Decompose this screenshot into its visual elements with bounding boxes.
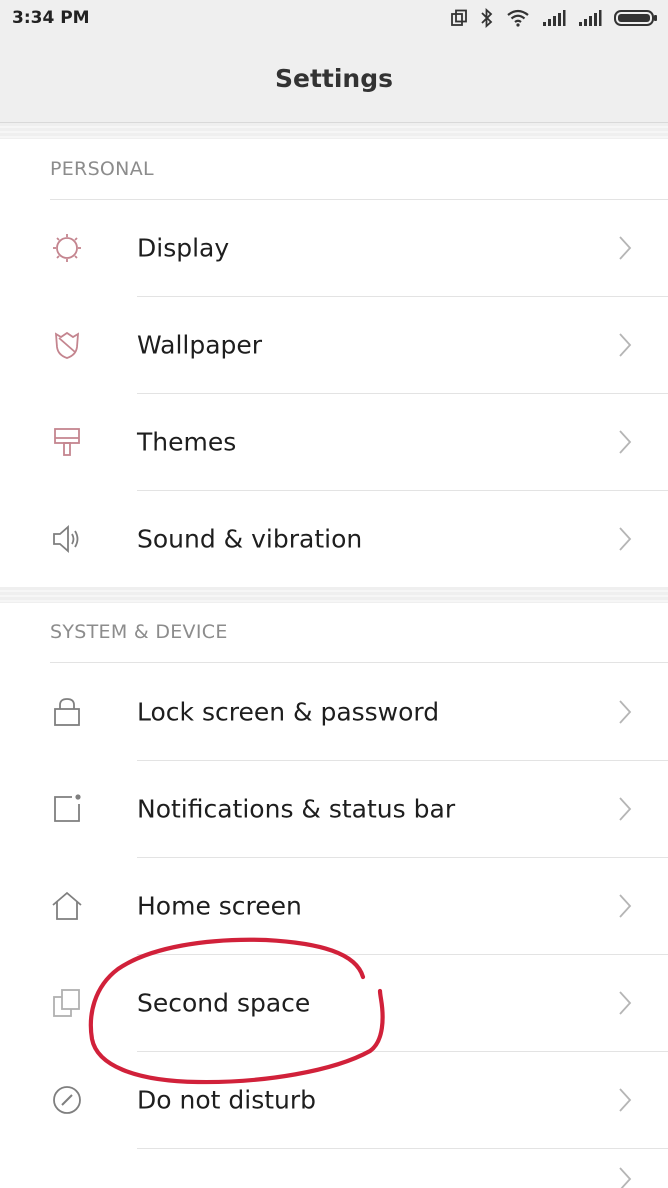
chevron-right-icon [618,699,632,725]
chevron-right-icon [618,332,632,358]
settings-item-wallpaper[interactable]: Wallpaper [0,297,668,393]
do-not-disturb-icon [50,1083,84,1117]
section-header-personal: PERSONAL [50,158,154,180]
themes-icon [50,425,84,459]
settings-item-label: Do not disturb [137,1085,317,1115]
settings-item-second-space[interactable]: Second space [0,955,668,1051]
notifications-icon [50,792,84,826]
bluetooth-icon [480,8,494,28]
chevron-right-icon [618,990,632,1016]
settings-item-themes[interactable]: Themes [0,394,668,490]
chevron-right-icon [618,235,632,261]
settings-item-label: Themes [137,427,237,457]
chevron-right-icon [618,429,632,455]
title-bar: Settings [0,38,668,123]
settings-item-label: Second space [137,988,311,1018]
status-icons [450,8,658,28]
settings-item-label: Home screen [137,891,302,921]
settings-item-do-not-disturb[interactable]: Do not disturb [0,1052,668,1148]
settings-item-label: Sound & vibration [137,524,363,554]
lock-icon [50,695,84,729]
settings-item-home-screen[interactable]: Home screen [0,858,668,954]
settings-item-sound-vibration[interactable]: Sound & vibration [0,491,668,587]
battery-icon [614,9,658,27]
sound-icon [50,522,84,556]
settings-item-label: Lock screen & password [137,697,440,727]
settings-screen: 3:34 PM Settings PERSONAL Display Wallpa… [0,0,668,1188]
section-gap [0,123,668,139]
chevron-right-icon [618,893,632,919]
settings-item-label: Notifications & status bar [137,794,456,824]
settings-item-partial[interactable] [0,1149,668,1188]
wifi-icon [506,9,530,27]
settings-item-lock-screen[interactable]: Lock screen & password [0,664,668,760]
settings-item-notifications[interactable]: Notifications & status bar [0,761,668,857]
settings-item-label: Display [137,233,230,263]
display-icon [50,231,84,265]
page-title: Settings [274,64,393,93]
chevron-right-icon [618,1166,632,1188]
settings-item-label: Wallpaper [137,330,263,360]
signal-icon-2 [578,9,602,27]
signal-icon [542,9,566,27]
settings-item-display[interactable]: Display [0,200,668,296]
section-gap [0,587,668,603]
chevron-right-icon [618,1087,632,1113]
home-icon [50,889,84,923]
second-space-icon [50,986,84,1020]
section-header-system-device: SYSTEM & DEVICE [50,621,228,643]
second-space-status-icon [450,9,468,27]
chevron-right-icon [618,526,632,552]
wallpaper-icon [50,328,84,362]
status-bar: 3:34 PM [0,0,668,38]
divider [50,662,668,663]
status-time: 3:34 PM [12,8,90,28]
chevron-right-icon [618,796,632,822]
